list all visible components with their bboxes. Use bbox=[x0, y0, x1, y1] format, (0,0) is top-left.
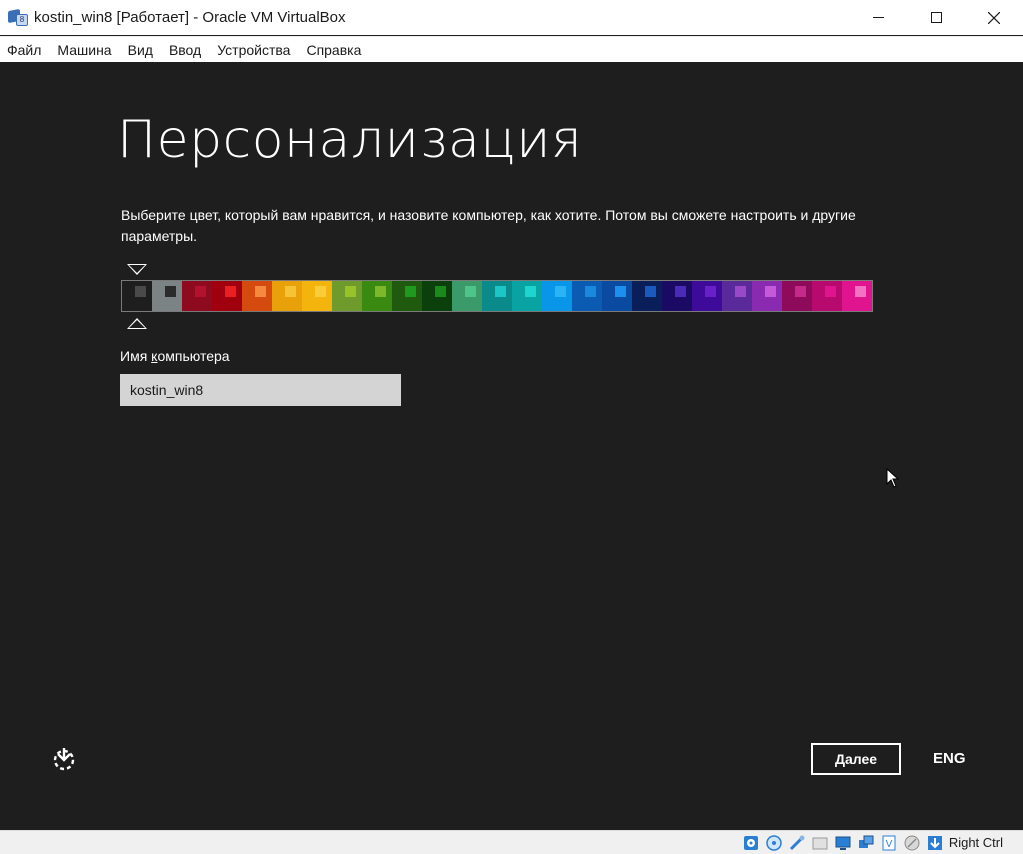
color-swatch[interactable] bbox=[812, 281, 842, 311]
host-key-label: Right Ctrl bbox=[948, 835, 1003, 850]
optical-drive-icon[interactable] bbox=[764, 833, 784, 853]
color-swatch-accent bbox=[615, 286, 626, 297]
color-swatch-accent bbox=[675, 286, 686, 297]
color-swatch-accent bbox=[735, 286, 746, 297]
color-swatch-accent bbox=[855, 286, 866, 297]
maximize-button[interactable] bbox=[907, 0, 965, 35]
color-swatch-accent bbox=[435, 286, 446, 297]
menu-machine[interactable]: Машина bbox=[49, 37, 119, 63]
color-swatch[interactable] bbox=[422, 281, 452, 311]
close-button[interactable] bbox=[965, 0, 1023, 35]
svg-text:V: V bbox=[885, 839, 892, 850]
mouse-integration-icon[interactable] bbox=[902, 833, 922, 853]
color-swatch-accent bbox=[285, 286, 296, 297]
menu-input[interactable]: Ввод bbox=[161, 37, 209, 63]
computer-name-label: Имя компьютера bbox=[120, 348, 230, 364]
color-picker bbox=[121, 262, 873, 332]
page-title: Персонализация bbox=[117, 110, 583, 170]
color-swatch-accent bbox=[405, 286, 416, 297]
vm-display[interactable]: Персонализация Выберите цвет, который ва… bbox=[0, 62, 1023, 830]
minimize-button[interactable] bbox=[849, 0, 907, 35]
menu-bar: Файл Машина Вид Ввод Устройства Справка bbox=[0, 36, 1023, 62]
color-swatch[interactable] bbox=[452, 281, 482, 311]
menu-devices[interactable]: Устройства bbox=[209, 37, 298, 63]
hard-disk-icon[interactable] bbox=[741, 833, 761, 853]
selection-arrow-down-icon bbox=[127, 264, 147, 275]
color-swatch-accent bbox=[375, 286, 386, 297]
page-description: Выберите цвет, который вам нравится, и н… bbox=[121, 207, 856, 244]
color-swatch-accent bbox=[795, 286, 806, 297]
menu-view[interactable]: Вид bbox=[120, 37, 161, 63]
menu-help[interactable]: Справка bbox=[298, 37, 369, 63]
maximize-icon bbox=[930, 12, 942, 23]
color-swatch[interactable] bbox=[302, 281, 332, 311]
window-title: kostin_win8 [Работает] - Oracle VM Virtu… bbox=[34, 9, 346, 26]
color-swatch[interactable] bbox=[152, 281, 182, 311]
color-swatch-accent bbox=[135, 286, 146, 297]
mouse-pointer-icon bbox=[886, 468, 900, 488]
usb-icon[interactable] bbox=[787, 833, 807, 853]
color-swatch[interactable] bbox=[122, 281, 152, 311]
color-swatch-accent bbox=[345, 286, 356, 297]
color-swatch-accent bbox=[705, 286, 716, 297]
color-swatch[interactable] bbox=[842, 281, 872, 311]
color-swatch-accent bbox=[525, 286, 536, 297]
color-swatch[interactable] bbox=[542, 281, 572, 311]
color-swatch-accent bbox=[495, 286, 506, 297]
shared-folders-icon[interactable] bbox=[810, 833, 830, 853]
close-icon bbox=[988, 11, 1000, 24]
color-swatch[interactable] bbox=[572, 281, 602, 311]
color-swatch[interactable] bbox=[722, 281, 752, 311]
color-swatch-accent bbox=[825, 286, 836, 297]
color-swatch[interactable] bbox=[332, 281, 362, 311]
color-swatch-accent bbox=[765, 286, 776, 297]
color-swatch-accent bbox=[555, 286, 566, 297]
minimize-icon bbox=[872, 17, 884, 18]
color-swatch[interactable] bbox=[632, 281, 662, 311]
keyboard-capture-icon[interactable] bbox=[925, 833, 945, 853]
color-swatch[interactable] bbox=[212, 281, 242, 311]
color-swatch-accent bbox=[225, 286, 236, 297]
virtualbox-icon: 8 bbox=[8, 8, 28, 28]
color-swatch-accent bbox=[165, 286, 176, 297]
network-icon[interactable] bbox=[856, 833, 876, 853]
color-swatch[interactable] bbox=[392, 281, 422, 311]
color-swatch[interactable] bbox=[692, 281, 722, 311]
color-swatch-accent bbox=[195, 286, 206, 297]
color-swatch[interactable] bbox=[272, 281, 302, 311]
virtualization-icon[interactable]: V bbox=[879, 833, 899, 853]
color-swatch-accent bbox=[585, 286, 596, 297]
color-swatch[interactable] bbox=[242, 281, 272, 311]
next-button[interactable]: Далее bbox=[811, 743, 901, 775]
color-palette bbox=[121, 280, 873, 312]
display-icon[interactable] bbox=[833, 833, 853, 853]
color-swatch[interactable] bbox=[602, 281, 632, 311]
color-swatch[interactable] bbox=[752, 281, 782, 311]
color-swatch[interactable] bbox=[362, 281, 392, 311]
color-swatch[interactable] bbox=[512, 281, 542, 311]
ease-of-access-icon[interactable] bbox=[50, 745, 78, 773]
color-swatch-accent bbox=[315, 286, 326, 297]
computer-name-input[interactable]: kostin_win8 bbox=[120, 374, 401, 406]
color-swatch[interactable] bbox=[482, 281, 512, 311]
language-indicator[interactable]: ENG bbox=[933, 750, 966, 767]
window-controls bbox=[849, 0, 1023, 35]
color-swatch-accent bbox=[255, 286, 266, 297]
status-bar: V Right Ctrl bbox=[0, 830, 1023, 854]
color-swatch-accent bbox=[465, 286, 476, 297]
selection-arrow-up-icon bbox=[127, 318, 147, 329]
color-swatch[interactable] bbox=[782, 281, 812, 311]
color-swatch[interactable] bbox=[662, 281, 692, 311]
color-swatch-accent bbox=[645, 286, 656, 297]
window-titlebar: 8 kostin_win8 [Работает] - Oracle VM Vir… bbox=[0, 0, 1023, 35]
color-swatch[interactable] bbox=[182, 281, 212, 311]
menu-file[interactable]: Файл bbox=[0, 37, 49, 63]
